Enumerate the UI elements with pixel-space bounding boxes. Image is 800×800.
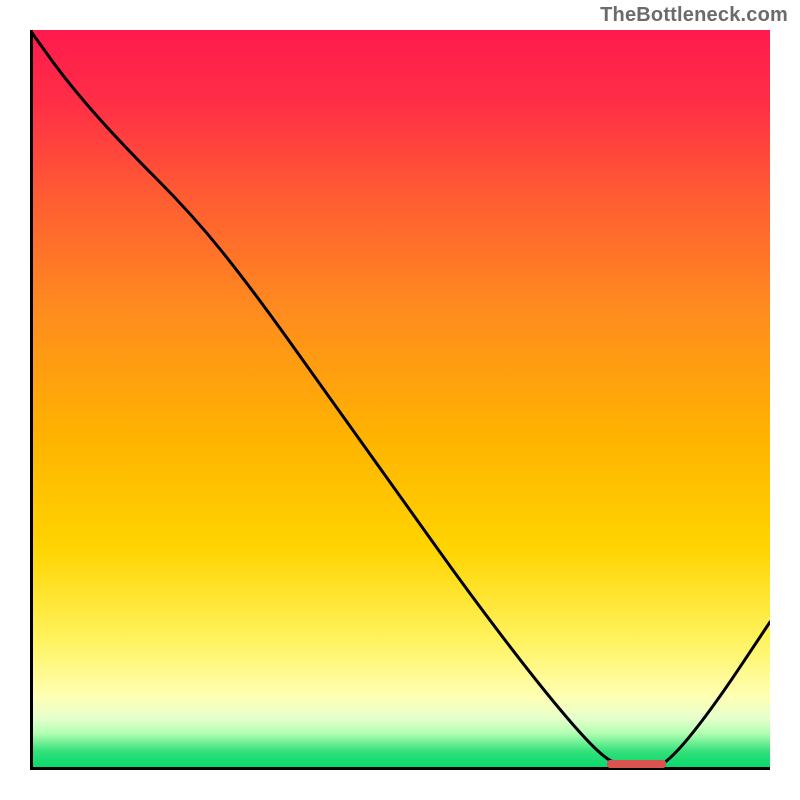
bottleneck-curve <box>30 30 770 770</box>
chart-canvas: TheBottleneck.com <box>0 0 800 800</box>
plot-frame <box>30 30 770 770</box>
optimum-marker <box>607 760 666 768</box>
watermark-label: TheBottleneck.com <box>600 4 788 27</box>
plot-inner <box>30 30 770 770</box>
